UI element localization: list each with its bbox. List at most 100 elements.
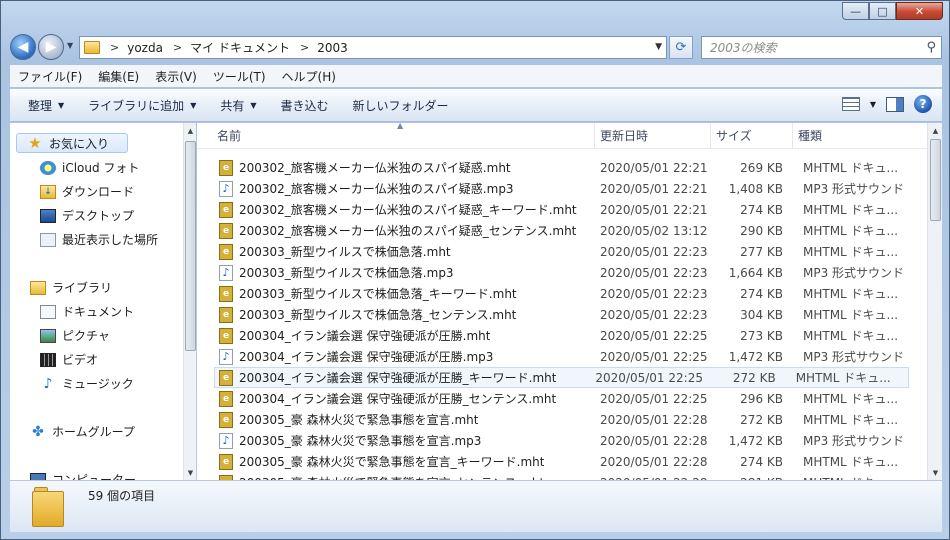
menu-tools[interactable]: ツール(T) [205, 68, 274, 85]
table-row[interactable]: ♪ 200302_旅客機メーカー仏米独のスパイ疑惑.mp3 2020/05/01 2… [197, 178, 927, 199]
mp3-file-icon: ♪ [219, 348, 233, 365]
file-type: MHTML ドキュ... [803, 308, 899, 322]
menu-bar: ファイル(F) 編集(E) 表示(V) ツール(T) ヘルプ(H) [10, 65, 942, 87]
nav-scrollbar[interactable]: ▲ ▼ [183, 123, 196, 480]
chevron-down-icon[interactable]: ▼ [655, 42, 662, 52]
file-list-scrollbar[interactable]: ▲ ▼ [927, 123, 942, 480]
menu-help[interactable]: ヘルプ(H) [274, 68, 344, 85]
view-options-icon[interactable] [841, 97, 860, 111]
table-row[interactable]: ♪ 200305_豪 森林火災で緊急事態を宣言.mp3 2020/05/01 22:… [197, 430, 927, 451]
back-button[interactable]: ◀ [10, 34, 36, 60]
search-icon[interactable]: ⚲ [926, 40, 936, 55]
new-folder-button[interactable]: 新しいフォルダー [341, 97, 461, 114]
help-icon[interactable]: ? [914, 95, 932, 113]
folder-icon [32, 487, 64, 527]
nav-desktop[interactable]: デスクトップ [40, 207, 134, 224]
close-button[interactable]: ✕ [896, 2, 943, 20]
file-type: MHTML ドキュ... [803, 455, 899, 469]
search-box[interactable]: ⚲ [701, 36, 942, 59]
scroll-down-icon[interactable]: ▼ [184, 465, 197, 480]
scrollbar-thumb[interactable] [185, 141, 196, 351]
pictures-icon [40, 328, 56, 343]
refresh-button[interactable]: ⟳ [669, 36, 693, 59]
search-input[interactable] [710, 40, 910, 55]
file-size: 269 KB [740, 160, 783, 175]
file-type: MHTML ドキュ... [803, 329, 899, 343]
table-row[interactable]: e 200304_イラン議会選 保守強硬派が圧勝_センテンス.mht 2020/05… [197, 388, 927, 409]
nav-libraries[interactable]: ライブラリ [30, 279, 112, 296]
nav-icloud-photos[interactable]: iCloud フォト [40, 159, 139, 176]
scrollbar-thumb[interactable] [930, 139, 941, 221]
chevron-right-icon: > [110, 41, 120, 54]
file-name-cell: e 200303_新型ウイルスで株価急落.mht [197, 243, 595, 260]
table-row[interactable]: ♪ 200303_新型ウイルスで株価急落.mp3 2020/05/01 22:23 1… [197, 262, 927, 283]
file-name-cell: ♪ 200302_旅客機メーカー仏米独のスパイ疑惑.mp3 [197, 180, 595, 197]
nav-recent-places[interactable]: 最近表示した場所 [40, 231, 158, 248]
nav-music[interactable]: ♪ ミュージック [40, 375, 134, 392]
arrow-right-icon: ▶ [45, 39, 57, 55]
menu-view[interactable]: 表示(V) [147, 68, 205, 85]
column-size[interactable]: サイズ [711, 123, 793, 148]
organize-button[interactable]: 整理 ▼ [16, 97, 76, 114]
file-size: 277 KB [740, 244, 783, 259]
nav-documents[interactable]: ドキュメント [40, 303, 134, 320]
nav-pictures[interactable]: ピクチャ [40, 327, 110, 344]
icloud-photos-icon [40, 160, 56, 175]
burn-button[interactable]: 書き込む [269, 97, 341, 114]
chevron-down-icon[interactable]: ▼ [870, 100, 876, 109]
recent-pages-dropdown[interactable]: ▼ [67, 41, 73, 50]
table-row[interactable]: e 200302_旅客機メーカー仏米独のスパイ疑惑_キーワード.mht 2020/0… [197, 199, 927, 220]
table-row[interactable]: e 200303_新型ウイルスで株価急落.mht 2020/05/01 22:23 2… [197, 241, 927, 262]
address-bar[interactable]: > yozda > マイ ドキュメント >2003 ▼ [79, 36, 667, 59]
breadcrumb-item[interactable]: > マイ ドキュメント [163, 39, 290, 56]
column-type[interactable]: 種類 [793, 123, 927, 148]
table-row[interactable]: e 200303_新型ウイルスで株価急落_センテンス.mht 2020/05/01 … [197, 304, 927, 325]
table-row[interactable]: e 200302_旅客機メーカー仏米独のスパイ疑惑_センテンス.mht 2020/0… [197, 220, 927, 241]
nav-videos[interactable]: ビデオ [40, 351, 98, 368]
preview-pane-icon[interactable] [886, 96, 904, 112]
table-row[interactable]: e200305_豪 森林火災で緊急事態を宣言_センテンス.mht2020/05/… [197, 472, 927, 480]
file-size: 290 KB [740, 223, 783, 238]
file-list: ▲ 名前 更新日時 サイズ 種類 e 200302_旅客機メーカー仏米独のスパイ疑惑… [197, 123, 927, 480]
nav-downloads[interactable]: ↓ ダウンロード [40, 183, 134, 200]
nav-homegroup[interactable]: ✤ ホームグループ [30, 423, 135, 440]
file-size: 304 KB [740, 307, 783, 322]
scroll-up-icon[interactable]: ▲ [928, 123, 943, 138]
star-icon: ★ [28, 134, 42, 152]
scroll-down-icon[interactable]: ▼ [928, 465, 943, 480]
file-type: MP3 形式サウンド [803, 434, 905, 448]
column-date[interactable]: 更新日時 [595, 123, 711, 148]
breadcrumb-item[interactable]: >2003 [290, 41, 348, 55]
file-name: 200302_旅客機メーカー仏米独のスパイ疑惑.mp3 [239, 182, 514, 196]
nav-favorites[interactable]: ★ お気に入り [16, 133, 128, 153]
column-header-row: ▲ 名前 更新日時 サイズ 種類 [197, 123, 927, 149]
mhtml-file-icon: e [219, 327, 233, 344]
file-size: 274 KB [740, 286, 783, 301]
table-row[interactable]: e 200304_イラン議会選 保守強硬派が圧勝_キーワード.mht 2020/05… [214, 367, 909, 388]
scroll-up-icon[interactable]: ▲ [184, 123, 197, 138]
table-row[interactable]: e 200303_新型ウイルスで株価急落_キーワード.mht 2020/05/01 … [197, 283, 927, 304]
add-to-library-button[interactable]: ライブラリに追加 ▼ [76, 97, 208, 114]
file-name-cell: e 200302_旅客機メーカー仏米独のスパイ疑惑.mht [197, 159, 595, 176]
minimize-button[interactable]: — [842, 2, 869, 20]
breadcrumb-item[interactable]: > yozda [100, 41, 163, 55]
table-row[interactable]: e 200305_豪 森林火災で緊急事態を宣言.mht 2020/05/01 22:… [197, 409, 927, 430]
table-row[interactable]: e 200302_旅客機メーカー仏米独のスパイ疑惑.mht 2020/05/01 2… [197, 157, 927, 178]
menu-file[interactable]: ファイル(F) [10, 68, 90, 85]
table-row[interactable]: ♪ 200304_イラン議会選 保守強硬派が圧勝.mp3 2020/05/01 22… [197, 346, 927, 367]
forward-button[interactable]: ▶ [38, 34, 64, 60]
table-row[interactable]: e 200305_豪 森林火災で緊急事態を宣言_キーワード.mht 2020/05/… [197, 451, 927, 472]
music-icon: ♪ [43, 375, 53, 392]
nav-computer[interactable]: コンピューター [30, 471, 136, 480]
file-name-cell: e 200303_新型ウイルスで株価急落_キーワード.mht [197, 285, 595, 302]
file-type: MHTML ドキュ... [803, 245, 899, 259]
table-row[interactable]: e 200304_イラン議会選 保守強硬派が圧勝.mht 2020/05/01 22… [197, 325, 927, 346]
share-button[interactable]: 共有 ▼ [208, 97, 268, 114]
file-size: 273 KB [740, 328, 783, 343]
file-name: 200304_イラン議会選 保守強硬派が圧勝.mht [239, 329, 491, 343]
maximize-button[interactable]: □ [869, 2, 896, 20]
menu-edit[interactable]: 編集(E) [90, 68, 147, 85]
column-name[interactable]: ▲ 名前 [197, 123, 595, 148]
mhtml-file-icon: e [219, 453, 233, 470]
file-name-cell: e 200302_旅客機メーカー仏米独のスパイ疑惑_センテンス.mht [197, 222, 595, 239]
